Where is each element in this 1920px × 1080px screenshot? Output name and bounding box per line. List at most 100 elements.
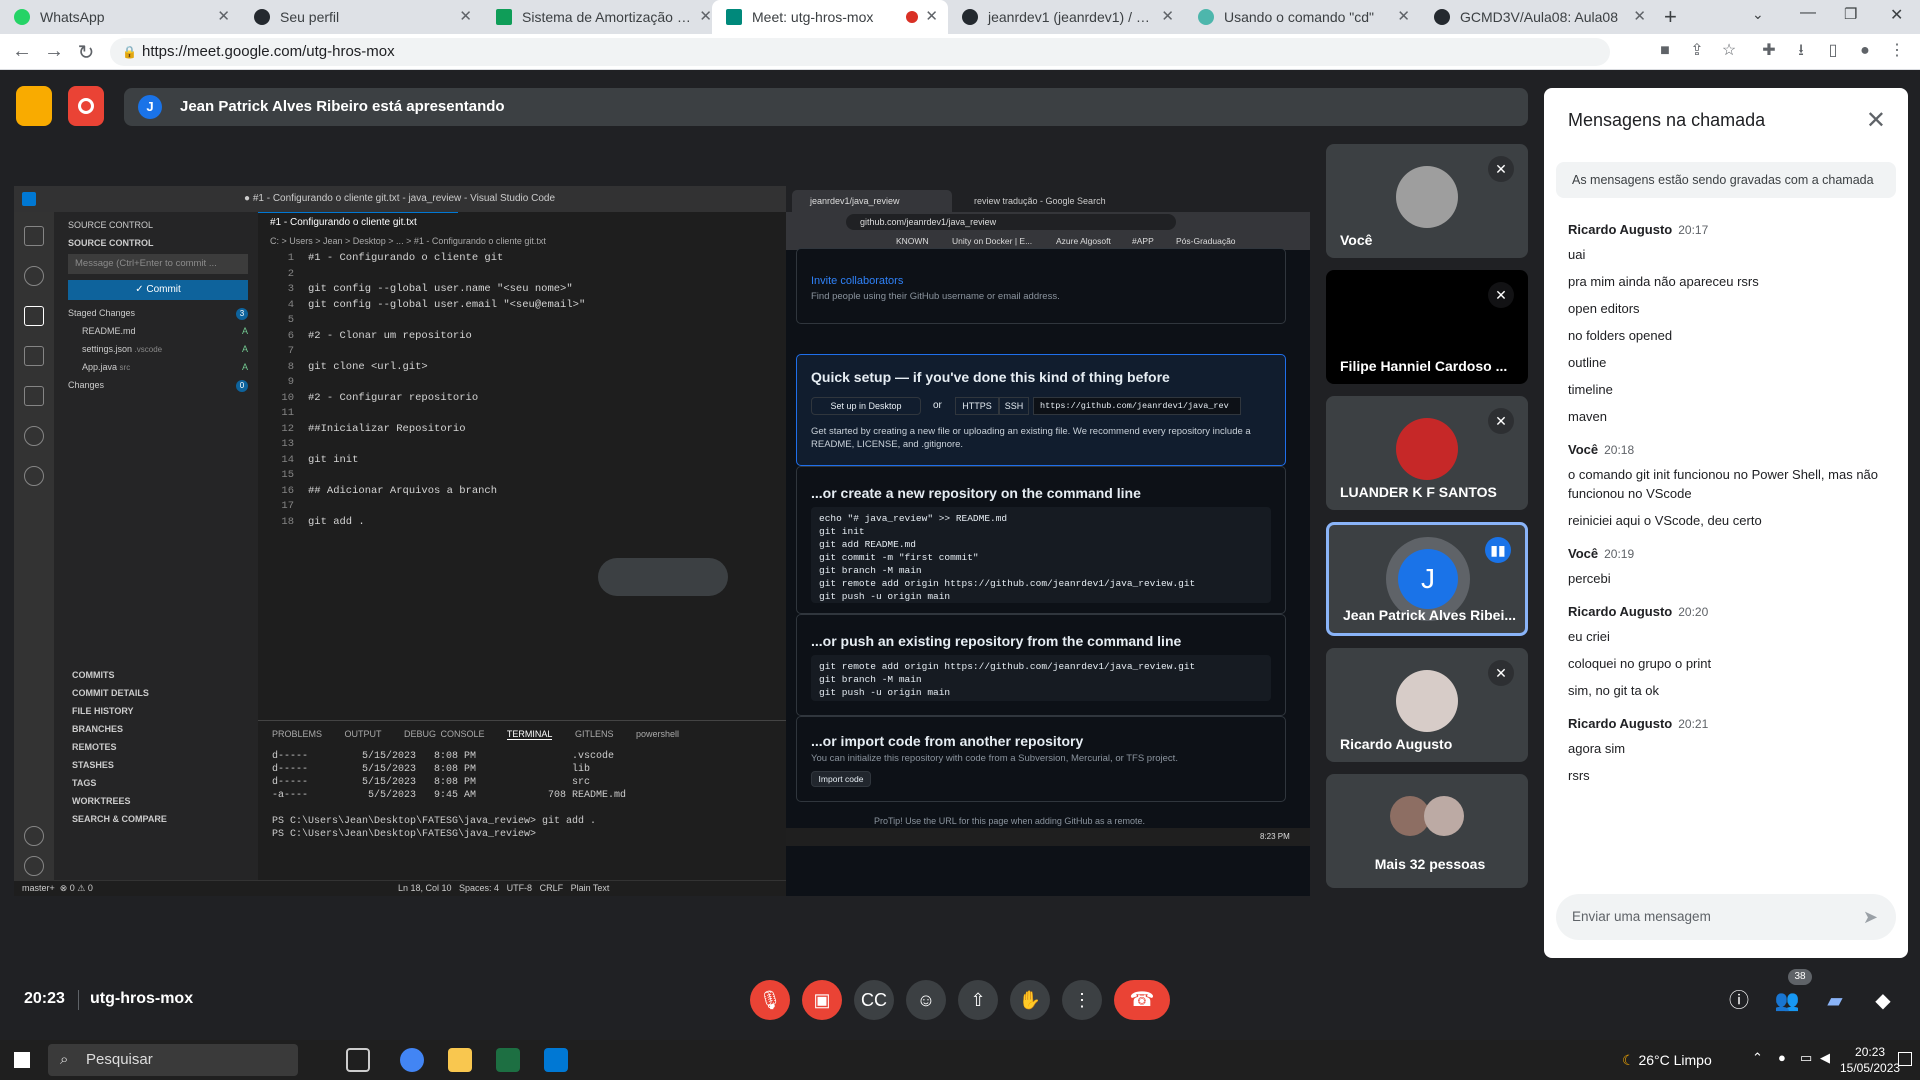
section-commits[interactable]: COMMITS (72, 670, 115, 680)
tab-search-icon[interactable]: ⌄ (1752, 6, 1764, 23)
raise-hand-button[interactable]: ✋ (1010, 980, 1050, 1020)
recording-icon[interactable] (68, 86, 104, 126)
changes-header[interactable]: Changes (68, 380, 104, 390)
star-icon[interactable]: ☆ (1720, 42, 1738, 60)
info-icon[interactable]: ⓘ (1726, 988, 1752, 1014)
setup-desktop-button[interactable]: Set up in Desktop (811, 397, 921, 415)
section-search-compare[interactable]: SEARCH & COMPARE (72, 814, 167, 824)
code-line[interactable]: 11 (258, 407, 308, 422)
ssh-toggle[interactable]: SSH (999, 397, 1029, 415)
inner-url[interactable]: github.com/jeanrdev1/java_review (846, 214, 1176, 230)
code-line[interactable]: 6 #2 - Clonar um repositorio (258, 330, 472, 345)
code-area[interactable]: 1 #1 - Configurando o cliente git 2 3 git co… (258, 252, 778, 712)
close-icon[interactable]: ✕ (1633, 0, 1646, 34)
section-branches[interactable]: BRANCHES (72, 724, 123, 734)
code-line[interactable]: 17 (258, 500, 308, 515)
code-line[interactable]: 16 ## Adicionar Arquivos a branch (258, 485, 497, 500)
participant-tile[interactable]: ✕ Filipe Hanniel Cardoso ... (1326, 270, 1528, 384)
minimize-icon[interactable]: — (1800, 4, 1816, 22)
section-tags[interactable]: TAGS (72, 778, 96, 788)
status-left[interactable]: master+ ⊗ 0 ⚠ 0 (22, 883, 93, 894)
tab-usando-cd[interactable]: Usando o comando "cd" ✕ (1184, 0, 1420, 34)
editor-tab[interactable]: #1 - Configurando o cliente git.txt (258, 212, 458, 232)
taskbar-search[interactable]: ⌕ Pesquisar (48, 1044, 298, 1076)
profile-icon[interactable]: ● (1856, 42, 1874, 60)
commit-button[interactable]: ✓ Commit (68, 280, 248, 300)
extensions-icon[interactable]: ✚ (1760, 42, 1778, 60)
github-icon[interactable] (24, 466, 44, 486)
vscode-icon[interactable] (544, 1048, 568, 1072)
excel-icon[interactable] (496, 1048, 520, 1072)
bookmark[interactable]: Pós-Graduação (1176, 236, 1236, 246)
code-line[interactable]: 3 git config --global user.name "<seu nom… (258, 283, 573, 298)
tab-meet[interactable]: Meet: utg-hros-mox ✕ (712, 0, 948, 34)
accounts-icon[interactable] (24, 826, 44, 846)
close-icon[interactable]: ✕ (1161, 0, 1174, 34)
section-stashes[interactable]: STASHES (72, 760, 114, 770)
code-line[interactable]: 5 (258, 314, 308, 329)
status-right[interactable]: Ln 18, Col 10 Spaces: 4 UTF-8 CRLF Plain… (398, 883, 609, 893)
present-button[interactable]: ⇧ (958, 980, 998, 1020)
tab-seu-perfil[interactable]: Seu perfil ✕ (240, 0, 482, 34)
bookmark[interactable]: #APP (1132, 236, 1154, 246)
explorer-icon[interactable] (24, 226, 44, 246)
panel-tabs[interactable]: PROBLEMS OUTPUT DEBUG CONSOLE TERMINAL G… (272, 729, 679, 740)
forward-icon[interactable]: → (42, 40, 66, 63)
sidebar-section[interactable]: SOURCE CONTROL (68, 238, 154, 248)
reload-icon[interactable]: ↻ (74, 40, 98, 65)
tab-sistema-amortizacao[interactable]: Sistema de Amortização Consta ✕ (482, 0, 722, 34)
mic-off-button[interactable]: 🎙 (750, 980, 790, 1020)
task-view-icon[interactable] (346, 1048, 370, 1072)
chat-icon[interactable]: ▰ (1822, 988, 1848, 1014)
import-code-button[interactable]: Import code (811, 771, 871, 787)
participant-tile-active[interactable]: J ▮▮ Jean Patrick Alves Ribei... (1326, 522, 1528, 636)
close-icon[interactable]: ✕ (459, 0, 472, 34)
terminal-panel[interactable]: PROBLEMS OUTPUT DEBUG CONSOLE TERMINAL G… (258, 720, 786, 880)
bookmark[interactable]: KNOWN (896, 236, 929, 246)
code-line[interactable]: 4 git config --global user.email "<seu@em… (258, 299, 586, 314)
taskbar-clock[interactable]: 20:23 15/05/2023 (1840, 1044, 1900, 1076)
push-repo-code[interactable]: git remote add origin https://github.com… (811, 655, 1271, 701)
send-icon[interactable]: ➤ (1863, 906, 1878, 928)
network-icon[interactable]: ▭ (1800, 1050, 1812, 1066)
mic-icon[interactable]: ● (1778, 1050, 1786, 1065)
leave-call-button[interactable]: ☎ (1114, 980, 1170, 1020)
inner-tab[interactable]: review tradução - Google Search (956, 190, 1116, 212)
participant-tile[interactable]: ✕ Você (1326, 144, 1528, 258)
bookmark[interactable]: Unity on Docker | E... (952, 236, 1032, 246)
tab-github-repos[interactable]: jeanrdev1 (jeanrdev1) / Reposit ✕ (948, 0, 1184, 34)
participant-tile[interactable]: ✕ Ricardo Augusto (1326, 648, 1528, 762)
volume-icon[interactable]: ◀ (1820, 1050, 1830, 1066)
settings-icon[interactable] (24, 856, 44, 876)
close-icon[interactable]: ✕ (1397, 0, 1410, 34)
section-commit-details[interactable]: COMMIT DETAILS (72, 688, 149, 698)
participant-tile[interactable]: Mais 32 pessoas (1326, 774, 1528, 888)
windows-start-icon[interactable] (14, 1052, 30, 1068)
share-icon[interactable]: ⇪ (1688, 42, 1706, 60)
inner-tab[interactable]: jeanrdev1/java_review (792, 190, 952, 212)
camera-icon[interactable]: ■ (1656, 42, 1674, 60)
activities-icon[interactable]: ◆ (1870, 988, 1896, 1014)
file-explorer-icon[interactable] (448, 1048, 472, 1072)
editor[interactable]: #1 - Configurando o cliente git.txt C: >… (258, 212, 786, 720)
notifications-icon[interactable] (1898, 1052, 1912, 1066)
code-line[interactable]: 10 #2 - Configurar repositorio (258, 392, 478, 407)
list-item[interactable]: App.java src (82, 362, 130, 372)
new-tab-icon[interactable]: + (1664, 4, 1677, 30)
extensions-icon[interactable] (24, 386, 44, 406)
chrome-icon[interactable] (400, 1048, 424, 1072)
code-line[interactable]: 7 (258, 345, 308, 360)
tray-chevron-icon[interactable]: ⌃ (1752, 1050, 1763, 1066)
back-icon[interactable]: ← (10, 40, 34, 63)
weather[interactable]: ☾ 26°C Limpo (1622, 1052, 1712, 1069)
restore-icon[interactable]: ❐ (1844, 5, 1857, 23)
code-line[interactable]: 1 #1 - Configurando o cliente git (258, 252, 504, 267)
code-line[interactable]: 12 ##Inicializar Repositorio (258, 423, 465, 438)
bookmark[interactable]: Azure Algosoft (1056, 236, 1111, 246)
code-line[interactable]: 18 git add . (258, 516, 364, 531)
code-line[interactable]: 15 (258, 469, 308, 484)
commit-message-input[interactable]: Message (Ctrl+Enter to commit ... (68, 254, 248, 274)
list-item[interactable]: settings.json .vscode (82, 344, 162, 354)
code-line[interactable]: 14 git init (258, 454, 358, 469)
close-icon[interactable]: ✕ (925, 0, 938, 34)
